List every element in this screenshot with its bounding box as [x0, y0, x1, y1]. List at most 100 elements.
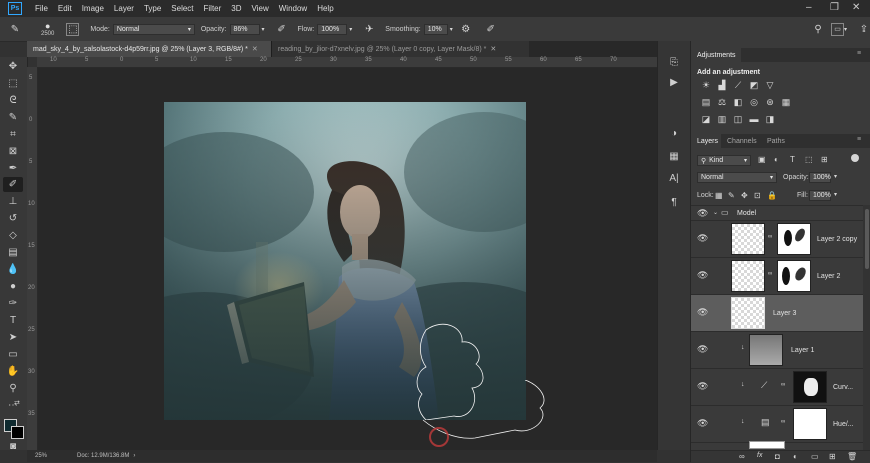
layer-row[interactable]: 👁 ∞ Layer 2 [691, 258, 863, 295]
panel-menu-icon[interactable]: ≡ [857, 136, 861, 143]
tab-mad-sky[interactable]: mad_sky_4_by_salsolastock-d4p59rr.jpg @ … [27, 41, 271, 57]
new-layer-icon[interactable]: ⊞ [829, 452, 836, 461]
eye-icon[interactable]: 👁 [697, 307, 708, 318]
hue-saturation-icon[interactable]: ▤ [699, 96, 713, 108]
layer-row[interactable]: 👁 ↓ Layer 1 [691, 332, 863, 369]
brush-tool-icon[interactable]: ✎ [8, 22, 22, 36]
quick-mask-icon[interactable]: ◙ [3, 439, 23, 454]
rectangle-tool-icon[interactable]: ▭ [3, 347, 23, 362]
lock-all-icon[interactable]: 🔒 [767, 191, 777, 200]
character-icon[interactable]: A| [667, 171, 681, 185]
menu-file[interactable]: File [30, 4, 53, 13]
more-tools-icon[interactable]: ⋯ [3, 398, 23, 413]
gear-icon[interactable]: ⚙ [459, 22, 473, 36]
lock-artboard-icon[interactable]: ⊡ [754, 191, 761, 200]
filter-toggle-icon[interactable] [851, 154, 859, 162]
minimize-icon[interactable]: – [806, 2, 812, 13]
filter-pixel-icon[interactable]: ▣ [758, 155, 766, 164]
tab-reading[interactable]: reading_by_jlior-d7xnelv.jpg @ 25% (Laye… [271, 41, 529, 57]
blend-mode-select[interactable]: Normal ▾ [697, 172, 777, 183]
layer-opacity-field[interactable]: 100% [809, 172, 831, 183]
opacity-dropdown-icon[interactable]: ▾ [262, 26, 265, 33]
fx-icon[interactable]: fx [757, 452, 762, 459]
share-icon[interactable]: ⇪ [857, 22, 870, 36]
pressure-opacity-icon[interactable]: ✐ [275, 22, 289, 36]
filter-shape-icon[interactable]: ⬚ [805, 155, 813, 164]
channel-mixer-icon[interactable]: ⊛ [763, 96, 777, 108]
close-icon[interactable]: ✕ [490, 45, 496, 53]
search-icon[interactable]: ⚲ [811, 22, 825, 36]
blur-tool-icon[interactable]: 💧 [3, 262, 23, 277]
brush-settings-icon[interactable]: ⬚ [66, 22, 80, 36]
menu-view[interactable]: View [247, 4, 274, 13]
brush-tool-icon[interactable]: ✐ [3, 177, 23, 192]
airbrush-icon[interactable]: ✈ [362, 22, 376, 36]
eye-icon[interactable]: 👁 [697, 208, 708, 219]
add-mask-icon[interactable]: ◘ [775, 452, 780, 461]
chevron-down-icon[interactable]: ⌄ [713, 209, 718, 216]
workspace-dropdown-icon[interactable]: ▾ [844, 26, 847, 33]
pen-tool-icon[interactable]: ✑ [3, 296, 23, 311]
layer-mask-thumbnail[interactable] [793, 371, 827, 403]
menu-type[interactable]: Type [139, 4, 166, 13]
layer-filter-kind[interactable]: ⚲ Kind ▾ [697, 155, 751, 166]
link-icon[interactable]: ∞ [781, 419, 785, 425]
eraser-tool-icon[interactable]: ◇ [3, 228, 23, 243]
filter-type-icon[interactable]: T [790, 155, 795, 164]
posterize-icon[interactable]: ▥ [715, 113, 729, 125]
history-brush-tool-icon[interactable]: ↺ [3, 211, 23, 226]
menu-3d[interactable]: 3D [226, 4, 246, 13]
menu-filter[interactable]: Filter [199, 4, 227, 13]
new-group-icon[interactable]: ▭ [811, 452, 819, 461]
link-icon[interactable]: ∞ [781, 382, 785, 388]
crop-tool-icon[interactable]: ⌗ [3, 127, 23, 142]
eyedropper-tool-icon[interactable]: ✒ [3, 161, 23, 176]
background-color-swatch[interactable] [11, 426, 24, 439]
panel-menu-icon[interactable]: ≡ [857, 50, 861, 57]
layer-mask-thumbnail[interactable] [777, 223, 811, 255]
lock-transparent-icon[interactable]: ▦ [715, 191, 723, 200]
layer-row[interactable]: 👁 ∞ Layer 2 copy [691, 221, 863, 258]
menu-edit[interactable]: Edit [53, 4, 77, 13]
marquee-tool-icon[interactable]: ⬚ [3, 76, 23, 91]
levels-icon[interactable]: ▟ [715, 79, 729, 91]
maximize-icon[interactable]: ❐ [830, 2, 839, 13]
trash-icon[interactable]: 🗑 [847, 452, 857, 461]
gradient-map-icon[interactable]: ▬ [747, 113, 761, 125]
workspace-icon[interactable]: ▭ [831, 22, 844, 36]
fill-dropdown-icon[interactable]: ▾ [834, 191, 837, 198]
opacity-field[interactable]: 86% [229, 23, 260, 35]
opacity-dropdown-icon[interactable]: ▾ [834, 173, 837, 180]
menu-window[interactable]: Window [274, 4, 312, 13]
swatches-icon[interactable]: ▦ [667, 149, 681, 163]
menu-image[interactable]: Image [77, 4, 109, 13]
menu-layer[interactable]: Layer [109, 4, 139, 13]
mode-select[interactable]: Normal ▾ [112, 23, 195, 35]
play-actions-icon[interactable]: ▶ [667, 75, 681, 89]
link-icon[interactable]: ∞ [768, 271, 772, 277]
layer-mask-thumbnail[interactable] [793, 408, 827, 440]
menu-help[interactable]: Help [312, 4, 338, 13]
zoom-tool-icon[interactable]: ⚲ [3, 381, 23, 396]
flow-field[interactable]: 100% [317, 23, 348, 35]
layer-group-model[interactable]: 👁 ⌄ ▭ Model [691, 206, 863, 221]
filter-adjustment-icon[interactable]: ◐ [774, 155, 779, 164]
new-adjustment-icon[interactable]: ◐ [793, 452, 798, 461]
move-tool-icon[interactable]: ✥ [3, 59, 23, 74]
close-icon[interactable]: ✕ [852, 2, 860, 13]
filter-smart-object-icon[interactable]: ⊞ [821, 155, 828, 164]
invert-icon[interactable]: ◪ [699, 113, 713, 125]
fill-field[interactable]: 100% [809, 190, 831, 201]
lock-pixels-icon[interactable]: ✎ [728, 191, 735, 200]
swap-colors-icon[interactable]: ⇄ [14, 399, 20, 407]
exposure-icon[interactable]: ◩ [747, 79, 761, 91]
smoothing-field[interactable]: 10% [423, 23, 448, 35]
lasso-tool-icon[interactable]: ᘓ [3, 93, 23, 108]
layer-row[interactable]: 👁 ↓ ▤ ∞ Hue/... [691, 406, 863, 443]
photo-filter-icon[interactable]: ◎ [747, 96, 761, 108]
eye-icon[interactable]: 👁 [697, 418, 708, 429]
gradient-tool-icon[interactable]: ▤ [3, 245, 23, 260]
paragraph-icon[interactable]: ¶ [667, 195, 681, 209]
layers-scrollbar[interactable] [863, 205, 870, 450]
selective-color-icon[interactable]: ◨ [763, 113, 777, 125]
